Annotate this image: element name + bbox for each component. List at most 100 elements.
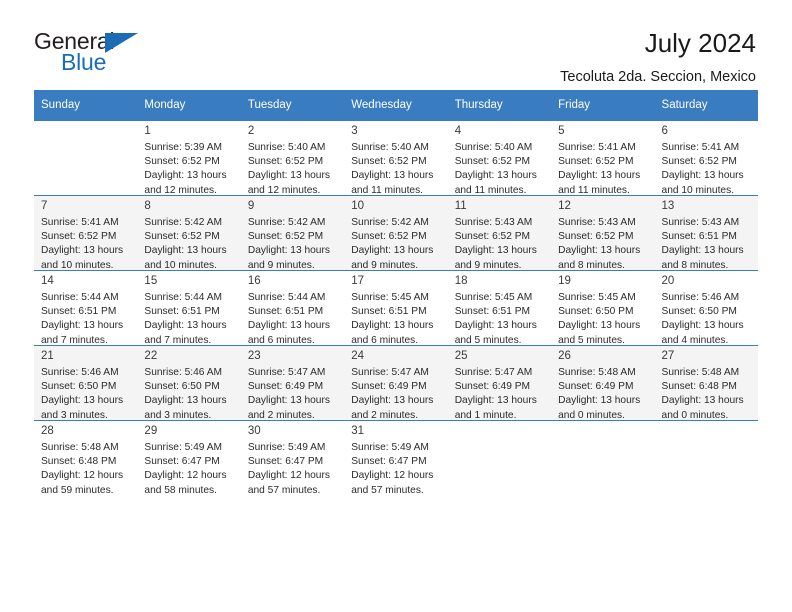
day-details: Sunrise: 5:45 AM Sunset: 6:50 PM Daylight:… <box>558 291 648 349</box>
day-daylight-line1-text: Daylight: 13 hours <box>454 170 537 182</box>
day-cell-content: 2 Sunrise: 5:40 AM Sunset: 6:52 PM Daylight… <box>241 121 344 196</box>
day-details: Sunrise: 5:41 AM Sunset: 6:52 PM Daylight:… <box>662 141 752 199</box>
day-cell-content: 16 Sunrise: 5:44 AM Sunset: 6:51 PM Dayligh… <box>241 271 344 346</box>
day-sunset-text: Sunset: 6:51 PM <box>661 231 737 242</box>
day-sunrise-text: Sunrise: 5:43 AM <box>454 216 533 228</box>
calendar-day-cell[interactable]: 31 Sunrise: 5:49 AM Sunset: 6:47 PM Dayligh… <box>344 420 448 496</box>
calendar-day-cell[interactable]: 14 Sunrise: 5:44 AM Sunset: 6:51 PM Dayligh… <box>34 270 138 346</box>
calendar-day-cell[interactable]: 26 Sunrise: 5:48 AM Sunset: 6:49 PM Dayligh… <box>551 345 655 421</box>
calendar-day-cell[interactable]: 4 Sunrise: 5:40 AM Sunset: 6:52 PM Daylight… <box>447 120 552 196</box>
day-number: 19 <box>558 275 571 287</box>
day-daylight-line1-text: Daylight: 12 hours <box>247 470 330 482</box>
calendar-day-cell[interactable]: 19 Sunrise: 5:45 AM Sunset: 6:50 PM Dayligh… <box>551 270 655 346</box>
calendar-day-cell[interactable]: 10 Sunrise: 5:42 AM Sunset: 6:52 PM Dayligh… <box>344 195 448 271</box>
day-sunrise-text: Sunrise: 5:39 AM <box>144 141 223 153</box>
day-sunrise-text: Sunrise: 5:41 AM <box>661 141 740 153</box>
day-cell-content: 25 Sunrise: 5:47 AM Sunset: 6:49 PM Dayligh… <box>448 346 551 421</box>
day-daylight-line1-text: Daylight: 12 hours <box>41 470 124 482</box>
day-details: Sunrise: 5:42 AM Sunset: 6:52 PM Daylight:… <box>144 216 234 274</box>
calendar-day-cell[interactable]: 13 Sunrise: 5:43 AM Sunset: 6:51 PM Dayligh… <box>654 195 758 271</box>
calendar-week-row: 28 Sunrise: 5:48 AM Sunset: 6:48 PM Dayligh… <box>34 420 758 499</box>
day-cell-content: 19 Sunrise: 5:45 AM Sunset: 6:50 PM Dayligh… <box>551 271 654 346</box>
day-cell-content: 10 Sunrise: 5:42 AM Sunset: 6:52 PM Dayligh… <box>344 196 447 271</box>
day-daylight-line1-text: Daylight: 13 hours <box>351 320 434 332</box>
day-number: 1 <box>144 125 151 137</box>
day-number: 22 <box>144 350 158 362</box>
day-daylight-line2-text: and 58 minutes. <box>144 484 217 496</box>
day-daylight-line1-text: Daylight: 13 hours <box>661 320 744 332</box>
calendar-day-cell[interactable]: 29 Sunrise: 5:49 AM Sunset: 6:47 PM Dayligh… <box>137 420 241 499</box>
calendar-day-cell[interactable]: 24 Sunrise: 5:47 AM Sunset: 6:49 PM Dayligh… <box>344 345 448 421</box>
day-cell-content: 14 Sunrise: 5:44 AM Sunset: 6:51 PM Dayligh… <box>34 271 137 346</box>
calendar-day-cell[interactable]: 11 Sunrise: 5:43 AM Sunset: 6:52 PM Dayligh… <box>447 195 552 271</box>
calendar-day-cell[interactable]: 23 Sunrise: 5:47 AM Sunset: 6:49 PM Dayligh… <box>240 345 345 421</box>
calendar-day-cell[interactable]: 21 Sunrise: 5:46 AM Sunset: 6:50 PM Dayligh… <box>34 345 138 421</box>
day-details: Sunrise: 5:45 AM Sunset: 6:51 PM Daylight:… <box>455 291 545 349</box>
calendar-day-cell[interactable]: 22 Sunrise: 5:46 AM Sunset: 6:50 PM Dayligh… <box>137 345 241 424</box>
calendar-day-cell[interactable]: 16 Sunrise: 5:44 AM Sunset: 6:51 PM Dayligh… <box>240 270 345 346</box>
calendar-day-cell[interactable]: 12 Sunrise: 5:43 AM Sunset: 6:52 PM Dayligh… <box>551 195 655 271</box>
day-sunrise-text: Sunrise: 5:42 AM <box>144 216 223 228</box>
calendar-day-cell[interactable]: 1 Sunrise: 5:39 AM Sunset: 6:52 PM Daylight… <box>137 120 241 199</box>
day-details: Sunrise: 5:46 AM Sunset: 6:50 PM Daylight:… <box>662 291 752 349</box>
day-details: Sunrise: 5:47 AM Sunset: 6:49 PM Daylight:… <box>455 366 545 424</box>
day-sunset-text: Sunset: 6:52 PM <box>144 156 220 167</box>
day-sunset-text: Sunset: 6:50 PM <box>558 306 634 317</box>
day-sunset-text: Sunset: 6:50 PM <box>41 381 117 392</box>
day-sunset-text: Sunset: 6:52 PM <box>558 231 634 242</box>
day-cell-content: 26 Sunrise: 5:48 AM Sunset: 6:49 PM Dayligh… <box>551 346 654 421</box>
calendar-day-cell[interactable]: 28 Sunrise: 5:48 AM Sunset: 6:48 PM Dayligh… <box>34 420 138 496</box>
day-sunrise-text: Sunrise: 5:42 AM <box>247 216 326 228</box>
calendar-day-cell[interactable]: 6 Sunrise: 5:41 AM Sunset: 6:52 PM Daylight… <box>654 120 758 199</box>
calendar-day-cell[interactable]: 27 Sunrise: 5:48 AM Sunset: 6:48 PM Dayligh… <box>654 345 758 421</box>
day-cell-content: 21 Sunrise: 5:46 AM Sunset: 6:50 PM Dayligh… <box>34 346 137 421</box>
day-details: Sunrise: 5:49 AM Sunset: 6:47 PM Daylight:… <box>144 441 234 499</box>
calendar-day-cell-empty <box>551 420 655 495</box>
logo-triangle-icon <box>105 33 138 53</box>
calendar-day-cell[interactable]: 15 Sunrise: 5:44 AM Sunset: 6:51 PM Dayligh… <box>137 270 241 346</box>
calendar-day-cell[interactable]: 8 Sunrise: 5:42 AM Sunset: 6:52 PM Daylight… <box>137 195 241 274</box>
day-number: 24 <box>351 350 365 362</box>
day-sunrise-text: Sunrise: 5:43 AM <box>558 216 636 228</box>
day-number: 17 <box>351 275 365 287</box>
day-sunrise-text: Sunrise: 5:40 AM <box>454 141 533 153</box>
day-cell-content: 7 Sunrise: 5:41 AM Sunset: 6:52 PM Daylight… <box>34 196 137 271</box>
day-details: Sunrise: 5:42 AM Sunset: 6:52 PM Daylight:… <box>351 216 441 274</box>
day-daylight-line1-text: Daylight: 13 hours <box>351 395 434 407</box>
general-blue-logo[interactable]: General Blue <box>34 30 144 76</box>
day-details: Sunrise: 5:46 AM Sunset: 6:50 PM Daylight:… <box>144 366 234 424</box>
day-daylight-line1-text: Daylight: 13 hours <box>661 395 744 407</box>
day-sunset-text: Sunset: 6:49 PM <box>558 381 634 392</box>
day-cell-content: 23 Sunrise: 5:47 AM Sunset: 6:49 PM Dayligh… <box>241 346 344 421</box>
calendar-day-cell[interactable]: 20 Sunrise: 5:46 AM Sunset: 6:50 PM Dayligh… <box>654 270 758 349</box>
day-number: 7 <box>41 200 48 212</box>
calendar-day-cell[interactable]: 9 Sunrise: 5:42 AM Sunset: 6:52 PM Daylight… <box>240 195 345 271</box>
calendar-day-cell[interactable]: 2 Sunrise: 5:40 AM Sunset: 6:52 PM Daylight… <box>240 120 345 196</box>
day-cell-content: 9 Sunrise: 5:42 AM Sunset: 6:52 PM Daylight… <box>241 196 344 271</box>
day-daylight-line1-text: Daylight: 13 hours <box>454 245 537 257</box>
calendar-day-cell[interactable]: 30 Sunrise: 5:49 AM Sunset: 6:47 PM Dayligh… <box>240 420 345 496</box>
day-sunrise-text: Sunrise: 5:45 AM <box>558 291 636 303</box>
day-details: Sunrise: 5:39 AM Sunset: 6:52 PM Daylight:… <box>144 141 234 199</box>
day-daylight-line2-text: and 57 minutes. <box>247 484 321 496</box>
calendar-day-cell[interactable]: 5 Sunrise: 5:41 AM Sunset: 6:52 PM Daylight… <box>551 120 655 196</box>
calendar-day-cell[interactable]: 3 Sunrise: 5:40 AM Sunset: 6:52 PM Daylight… <box>344 120 448 196</box>
day-cell-content: 15 Sunrise: 5:44 AM Sunset: 6:51 PM Dayligh… <box>137 271 240 346</box>
day-sunrise-text: Sunrise: 5:49 AM <box>351 441 429 453</box>
calendar-day-cell[interactable]: 7 Sunrise: 5:41 AM Sunset: 6:52 PM Daylight… <box>34 195 138 271</box>
calendar-day-cell[interactable]: 17 Sunrise: 5:45 AM Sunset: 6:51 PM Dayligh… <box>344 270 448 346</box>
day-daylight-line1-text: Daylight: 13 hours <box>558 320 641 332</box>
calendar-header-row: Sunday Monday Tuesday Wednesday Thursday… <box>34 90 758 121</box>
calendar-day-cell[interactable]: 18 Sunrise: 5:45 AM Sunset: 6:51 PM Dayligh… <box>447 270 552 349</box>
page-header: General Blue July 2024 Tecoluta 2da. Sec… <box>34 0 758 85</box>
day-number: 2 <box>247 125 255 137</box>
day-daylight-line1-text: Daylight: 13 hours <box>144 320 227 332</box>
day-daylight-line1-text: Daylight: 13 hours <box>247 395 330 407</box>
day-sunset-text: Sunset: 6:52 PM <box>454 231 531 242</box>
page-subtitle: Tecoluta 2da. Seccion, Mexico <box>560 69 756 86</box>
day-details: Sunrise: 5:41 AM Sunset: 6:52 PM Daylight:… <box>41 216 131 274</box>
day-daylight-line1-text: Daylight: 12 hours <box>144 470 227 482</box>
calendar-day-cell[interactable]: 25 Sunrise: 5:47 AM Sunset: 6:49 PM Dayligh… <box>447 345 552 421</box>
day-daylight-line1-text: Daylight: 13 hours <box>661 170 744 182</box>
day-daylight-line1-text: Daylight: 13 hours <box>558 170 641 182</box>
